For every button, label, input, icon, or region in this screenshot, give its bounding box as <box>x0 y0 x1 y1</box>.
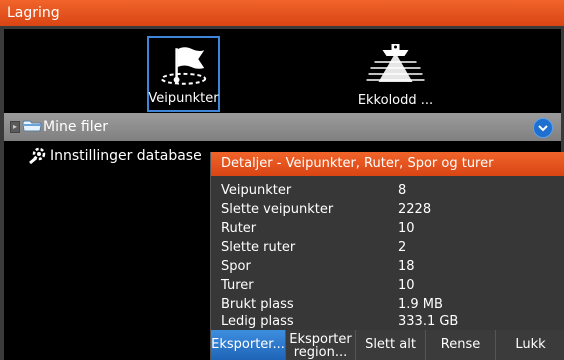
details-row: Slette ruter 2 <box>221 238 551 257</box>
waypoints-button[interactable]: Veipunkter <box>147 36 220 112</box>
chevron-down-icon <box>538 125 548 132</box>
echosounder-label: Ekkolodd ... <box>357 93 434 108</box>
tree-root-mine-filer[interactable]: ▸ Mine filer <box>4 113 561 141</box>
tree-root-label: Mine filer <box>43 119 108 135</box>
purge-button[interactable]: Rense <box>426 330 496 360</box>
details-key: Spor <box>221 259 251 274</box>
waypoints-label: Veipunkter <box>148 91 219 106</box>
export-button[interactable]: Eksporter... <box>211 330 286 360</box>
waypoint-flag-icon <box>160 47 207 85</box>
details-value: 18 <box>398 259 415 274</box>
window-title: Lagring <box>7 5 60 21</box>
details-title-bar: Detaljer - Veipunkter, Ruter, Spor og tu… <box>211 152 564 176</box>
echosounder-icon <box>366 44 425 82</box>
details-key: Ledig plass <box>221 314 294 329</box>
expand-icon[interactable]: ▸ <box>10 121 20 133</box>
details-row: Ruter 10 <box>221 219 551 238</box>
details-key: Veipunkter <box>221 183 292 198</box>
database-settings-icon <box>29 147 46 165</box>
folder-icon <box>22 120 42 132</box>
tree-item-database[interactable]: Innstillinger database <box>28 146 202 172</box>
details-row: Slette veipunkter 2228 <box>221 200 551 219</box>
details-key: Ruter <box>221 221 257 236</box>
details-value: 2 <box>398 240 407 255</box>
details-value: 8 <box>398 183 407 198</box>
database-label: Innstillinger database <box>50 148 202 164</box>
echosounder-button[interactable]: Ekkolodd ... <box>358 36 433 112</box>
dropdown-button[interactable] <box>533 118 553 138</box>
details-value: 10 <box>398 278 415 293</box>
details-key: Slette veipunkter <box>221 202 334 217</box>
details-row: Turer 10 <box>221 276 551 295</box>
delete-all-button[interactable]: Slett alt <box>356 330 426 360</box>
details-value: 10 <box>398 221 415 236</box>
export-region-button[interactable]: Eksporter region... <box>286 330 356 360</box>
close-button[interactable]: Lukk <box>496 330 564 360</box>
category-toolbar: Veipunkter Ekkolodd ... <box>4 29 561 113</box>
details-title: Detaljer - Veipunkter, Ruter, Spor og tu… <box>221 156 494 171</box>
details-row: Ledig plass 333.1 GB <box>221 312 551 331</box>
details-value: 333.1 GB <box>398 314 459 329</box>
window-title-bar: Lagring <box>0 0 564 26</box>
details-key: Turer <box>221 278 254 293</box>
details-dialog: Detaljer - Veipunkter, Ruter, Spor og tu… <box>210 152 564 360</box>
details-key: Slette ruter <box>221 240 296 255</box>
details-row: Veipunkter 8 <box>221 181 551 200</box>
details-button-bar: Eksporter... Eksporter region... Slett a… <box>211 330 564 360</box>
details-value: 2228 <box>398 202 432 217</box>
details-row: Spor 18 <box>221 257 551 276</box>
